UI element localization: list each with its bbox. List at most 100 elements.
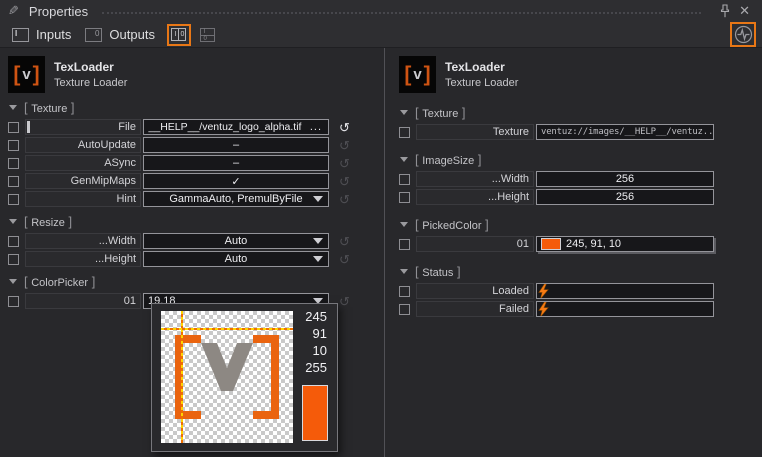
outputs-panel: [v] TexLoader Texture Loader Texture Tex… <box>391 48 762 457</box>
node-title: TexLoader <box>445 60 518 74</box>
collapse-triangle-icon[interactable] <box>400 157 408 162</box>
reset-icon[interactable]: ↺ <box>339 253 350 266</box>
live-update-toggle[interactable] <box>730 22 756 47</box>
picker-crosshair-vertical[interactable] <box>181 311 183 443</box>
reset-icon[interactable]: ↺ <box>339 175 350 188</box>
reset-icon[interactable]: ↺ <box>339 121 350 134</box>
group-name: Status <box>415 264 461 279</box>
waveform-icon <box>734 25 753 44</box>
stacked-view-icon: I0 <box>200 28 215 42</box>
picker-crosshair-horizontal[interactable] <box>161 328 293 330</box>
pencil-icon: ✎ <box>8 3 19 19</box>
output-row-picked-01: 01 245, 91, 10 <box>397 236 762 252</box>
ventuz-logo-v <box>199 341 255 393</box>
texture-expose-checkbox[interactable] <box>399 127 410 138</box>
node-subtitle: Texture Loader <box>54 77 127 89</box>
file-label-cell: File <box>25 119 141 135</box>
inputs-icon: I <box>12 28 29 42</box>
output-row-height: ...Height 256 <box>397 189 762 205</box>
genmipmaps-expose-checkbox[interactable] <box>8 176 19 187</box>
group-header-imagesize[interactable]: ImageSize <box>400 152 762 167</box>
width-dropdown[interactable]: Auto <box>143 233 329 249</box>
reset-icon[interactable]: ↺ <box>339 193 350 206</box>
picked-a: 255 <box>305 359 327 376</box>
layout-stacked-toggle[interactable]: I0 <box>196 24 220 46</box>
tab-inputs[interactable]: I Inputs <box>5 25 78 44</box>
height-dropdown[interactable]: Auto <box>143 251 329 267</box>
genmipmaps-label: GenMipMaps <box>71 175 136 187</box>
picked-b: 10 <box>305 342 327 359</box>
width-expose-checkbox[interactable] <box>8 236 19 247</box>
autoupdate-expose-checkbox[interactable] <box>8 140 19 151</box>
node-header: [v] TexLoader Texture Loader <box>8 56 383 93</box>
group-header-pickedcolor[interactable]: PickedColor <box>400 217 762 232</box>
pin-button[interactable] <box>715 4 735 18</box>
close-icon: ✕ <box>739 3 750 19</box>
picked-rgba-values: 245 91 10 255 <box>305 308 327 376</box>
reset-icon[interactable]: ↺ <box>339 157 350 170</box>
collapse-triangle-icon[interactable] <box>9 105 17 110</box>
texloader-node-icon: [v] <box>8 56 45 93</box>
collapse-triangle-icon[interactable] <box>400 110 408 115</box>
height-expose-checkbox[interactable] <box>399 192 410 203</box>
height-label: ...Height <box>488 191 529 203</box>
autoupdate-field[interactable]: – <box>143 137 329 153</box>
picker01-expose-checkbox[interactable] <box>8 296 19 307</box>
loaded-event-field <box>536 283 714 299</box>
texloader-node-icon: [v] <box>399 56 436 93</box>
tab-outputs[interactable]: 0 Outputs <box>78 25 162 44</box>
layout-split-toggle[interactable]: I0 <box>167 24 191 46</box>
async-expose-checkbox[interactable] <box>8 158 19 169</box>
split-view-icon: I0 <box>171 28 186 41</box>
genmipmaps-checkbox-field[interactable]: ✓ <box>143 173 329 189</box>
autoupdate-label: AutoUpdate <box>78 139 136 151</box>
file-expose-checkbox[interactable] <box>8 122 19 133</box>
browse-button[interactable]: ... <box>310 121 322 133</box>
output-row-width: ...Width 256 <box>397 171 762 187</box>
panel-title: Properties <box>29 4 88 19</box>
async-field[interactable]: – <box>143 155 329 171</box>
group-header-resize[interactable]: Resize <box>9 214 383 229</box>
width-label: ...Width <box>492 173 529 185</box>
dropdown-arrow-icon <box>313 238 323 244</box>
collapse-triangle-icon[interactable] <box>400 269 408 274</box>
collapse-triangle-icon[interactable] <box>9 219 17 224</box>
height-expose-checkbox[interactable] <box>8 254 19 265</box>
hint-label: Hint <box>116 193 136 205</box>
group-header-status[interactable]: Status <box>400 264 762 279</box>
panel-divider <box>384 48 385 457</box>
property-row-file: File __HELP__/ventuz_logo_alpha.tif ... … <box>6 119 383 135</box>
group-name: Texture <box>24 100 75 115</box>
reset-icon[interactable]: ↺ <box>339 139 350 152</box>
picked01-expose-checkbox[interactable] <box>399 239 410 250</box>
hint-dropdown[interactable]: GammaAuto, PremulByFile <box>143 191 329 207</box>
failed-label: Failed <box>499 303 529 315</box>
collapse-triangle-icon[interactable] <box>400 222 408 227</box>
reset-icon[interactable]: ↺ <box>339 295 350 308</box>
properties-content: [v] TexLoader Texture Loader Texture Fil… <box>0 48 762 457</box>
node-header: [v] TexLoader Texture Loader <box>399 56 762 93</box>
properties-panel: ✎ Properties ✕ I Inputs 0 Outputs <box>0 0 762 457</box>
loaded-expose-checkbox[interactable] <box>399 286 410 297</box>
failed-event-field <box>536 301 714 317</box>
lightning-bolt-icon <box>538 284 549 299</box>
group-name: PickedColor <box>415 217 489 232</box>
picker01-label: 01 <box>124 295 136 307</box>
property-row-resize-height: ...Height Auto ↺ <box>6 251 383 267</box>
reset-icon[interactable]: ↺ <box>339 235 350 248</box>
group-header-texture[interactable]: Texture <box>400 105 762 120</box>
group-header-colorpicker[interactable]: ColorPicker <box>9 274 383 289</box>
close-button[interactable]: ✕ <box>735 3 754 19</box>
picked-g: 91 <box>305 325 327 342</box>
color-swatch <box>541 238 561 250</box>
texture-preview[interactable] <box>161 311 293 443</box>
file-field[interactable]: __HELP__/ventuz_logo_alpha.tif ... <box>143 119 329 135</box>
group-name: ColorPicker <box>24 274 95 289</box>
ventuz-logo-right-bracket <box>253 335 279 419</box>
selection-marker <box>27 121 30 133</box>
collapse-triangle-icon[interactable] <box>9 279 17 284</box>
group-header-texture[interactable]: Texture <box>9 100 383 115</box>
failed-expose-checkbox[interactable] <box>399 304 410 315</box>
width-expose-checkbox[interactable] <box>399 174 410 185</box>
hint-expose-checkbox[interactable] <box>8 194 19 205</box>
